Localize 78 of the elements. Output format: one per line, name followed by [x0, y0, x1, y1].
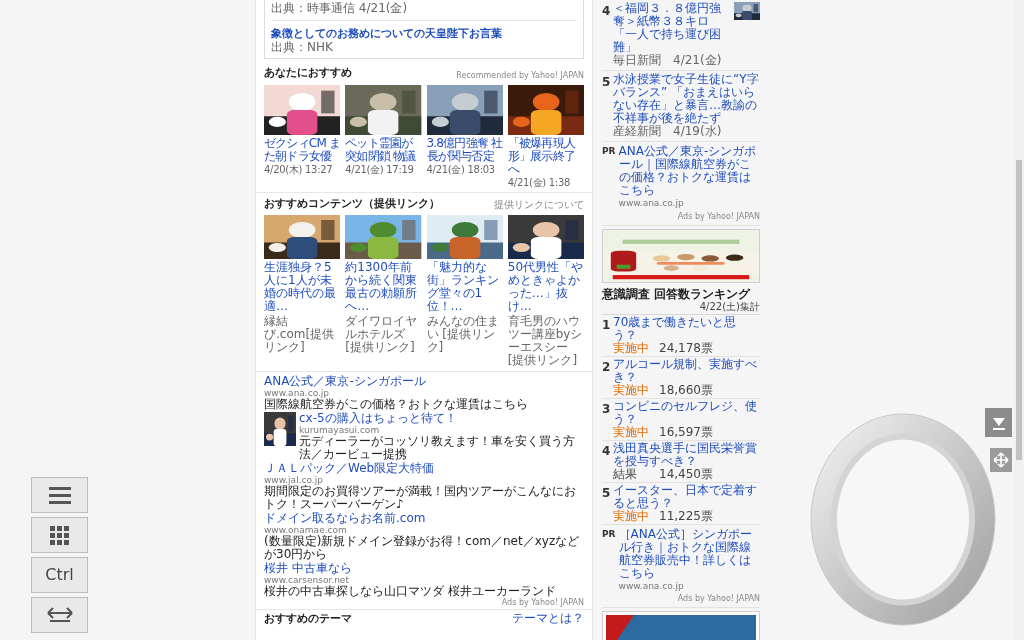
timestamp: 4/21(金) 17:19 — [345, 163, 415, 176]
poll-status: 実施中 — [613, 383, 650, 397]
ad-link[interactable]: ＪＡＬパック／Web限定大特価 — [264, 462, 584, 475]
credit-text: Recommended by Yahoo! JAPAN — [456, 69, 584, 82]
ad-description: 国際線航空券がこの価格？おトクな運賃はこちら — [264, 398, 528, 411]
poll-link[interactable]: 70歳まで働きたいと思う？ — [613, 315, 760, 342]
article-link[interactable]: 「魅力的な街」ランキング堂々の1位！… — [426, 261, 503, 313]
poll-link[interactable]: イースター、日本で定着すると思う？ — [613, 483, 760, 510]
ad-link[interactable]: cx-5の購入はちょっと待て！ — [299, 412, 584, 425]
credit-text: Ads by Yahoo! JAPAN — [677, 210, 760, 223]
pr-label: PR — [602, 527, 616, 541]
theme-link[interactable]: テーマとは？ — [512, 612, 584, 625]
vote-count: 18,660票 — [659, 383, 713, 397]
rank-number: 2 — [602, 358, 610, 376]
section-heading: 意識調査 回答数ランキング — [602, 286, 752, 301]
timestamp: 4/21(金) 18:03 — [426, 163, 496, 176]
article-link[interactable]: ペット霊園が突如閉鎖 物議 — [345, 136, 422, 163]
ad-description: 桜井の中古車探しなら山口マツダ 桜井ユーカーランド — [264, 585, 556, 598]
ad-url: www.ana.co.jp — [618, 197, 685, 210]
ad-description: (数量限定)新規ドメイン登録がお得！com／net／xyzなどが30円から — [264, 535, 581, 561]
ad-link[interactable]: ANA公式／東京-シンガポール — [264, 375, 528, 388]
section-heading: おすすめコンテンツ（提供リンク） — [264, 195, 440, 212]
ad-link[interactable]: ANA公式／東京-シンガポール｜国際線航空券がこの価格？おトクな運賃はこちら — [618, 145, 760, 197]
news-link[interactable]: ＜福岡３．８億円強奪＞紙幣３８キロ「一人で持ち運び困難」 — [613, 2, 731, 54]
poll-link[interactable]: アルコール規制、実施すべき？ — [613, 357, 760, 384]
source-text: 育毛男のハウツー講座byシーエスシー[提供リンク] — [507, 315, 584, 367]
poll-status: 結果 — [613, 467, 637, 481]
section-heading: あなたにおすすめ — [264, 65, 352, 81]
ctrl-key[interactable]: Ctrl — [31, 557, 88, 593]
headline-link[interactable]: 象徴としてのお務めについての天皇陛下お言葉 — [271, 26, 577, 41]
source-text: 出典：時事通信 4/21(金) — [271, 2, 409, 15]
section-heading: おすすめのテーマ — [264, 612, 352, 625]
rank-number: 3 — [602, 400, 610, 418]
timestamp: 4/21(金) 1:38 — [507, 176, 572, 189]
ad-url: www.jal.co.jp — [264, 475, 324, 485]
ad-url: www.carsensor.net — [264, 575, 350, 585]
poll-link[interactable]: 浅田真央選手に国民栄誉賞を授与すべき？ — [613, 441, 760, 468]
ad-description: 元ディーラーがコッソリ教えます！車を安く買う方法／カービュー提携 — [299, 435, 576, 461]
vote-count: 11,225票 — [659, 509, 713, 523]
poll-status: 実施中 — [613, 341, 650, 355]
credit-text: Ads by Yahoo! JAPAN — [501, 598, 584, 607]
ad-url: kurumayasui.com — [299, 425, 381, 435]
rank-number: 5 — [602, 74, 610, 91]
ad-url: www.ana.co.jp — [618, 579, 685, 593]
ad-url: www.onamae.com — [264, 525, 348, 535]
ad-link[interactable]: 桜井 中古車なら — [264, 562, 556, 575]
article-link[interactable]: 「被爆再現人形」展示終了へ — [507, 136, 584, 176]
vote-count: 16,597票 — [659, 425, 713, 439]
rank-number: 1 — [602, 316, 610, 334]
date-text: 4/22(土)集計 — [699, 300, 760, 313]
rank-number: 4 — [602, 3, 610, 20]
source-text: 縁結び.com[提供リンク] — [264, 315, 336, 354]
poll-status: 実施中 — [613, 509, 649, 523]
rank-number: 5 — [602, 484, 610, 502]
ad-url: www.ana.co.jp — [264, 388, 331, 398]
article-link[interactable]: ゼクシィCM また朝ドラ女優 — [264, 136, 341, 163]
poll-status: 実施中 — [613, 425, 650, 439]
source-text: 出典：NHK — [271, 41, 334, 54]
ad-link[interactable]: ドメイン取るならお名前.com — [264, 512, 584, 525]
news-link[interactable]: 水泳授業で女子生徒に“Y字バランス” 「おまえはいらない存在」と暴言…教諭の不祥事が後を絶たず — [613, 73, 760, 125]
credit-text: Ads by Yahoo! JAPAN — [677, 593, 760, 605]
poll-link[interactable]: コンビニのセルフレジ、使う？ — [613, 399, 760, 426]
rank-number: 4 — [602, 442, 610, 460]
source-text: ダイワロイヤルホテルズ[提供リンク] — [345, 315, 419, 354]
ad-link[interactable]: ［ANA公式］シンガポール行き｜おトクな国際線航空券販売中！詳しくはこちら — [618, 527, 760, 580]
vote-count: 24,178票 — [659, 341, 713, 355]
source-text: みんなの住まい [提供リンク] — [426, 315, 500, 354]
article-link[interactable]: 約1300年前から続く関東最古の勅願所へ… — [345, 261, 422, 313]
vote-count: 14,450票 — [659, 467, 713, 481]
source-text: 産経新聞 4/19(水) — [613, 125, 723, 138]
article-link[interactable]: 50代男性「やめときゃよかった…」抜け… — [507, 261, 584, 313]
about-link[interactable]: 提供リンクについて — [494, 197, 584, 212]
source-text: 毎日新聞 4/21(金) — [613, 54, 723, 67]
article-link[interactable]: 生涯独身？5人に1人が未婚の時代の最適… — [264, 261, 341, 313]
ad-description: 期間限定のお買得ツアーが満載！国内ツアーがこんなにおトク！スーパーバーゲン♪ — [264, 485, 577, 511]
timestamp: 4/20(木) 13:27 — [264, 163, 334, 176]
article-link[interactable]: 3.8億円強奪 社長が関与否定 — [426, 136, 503, 163]
pr-label: PR — [602, 145, 616, 158]
